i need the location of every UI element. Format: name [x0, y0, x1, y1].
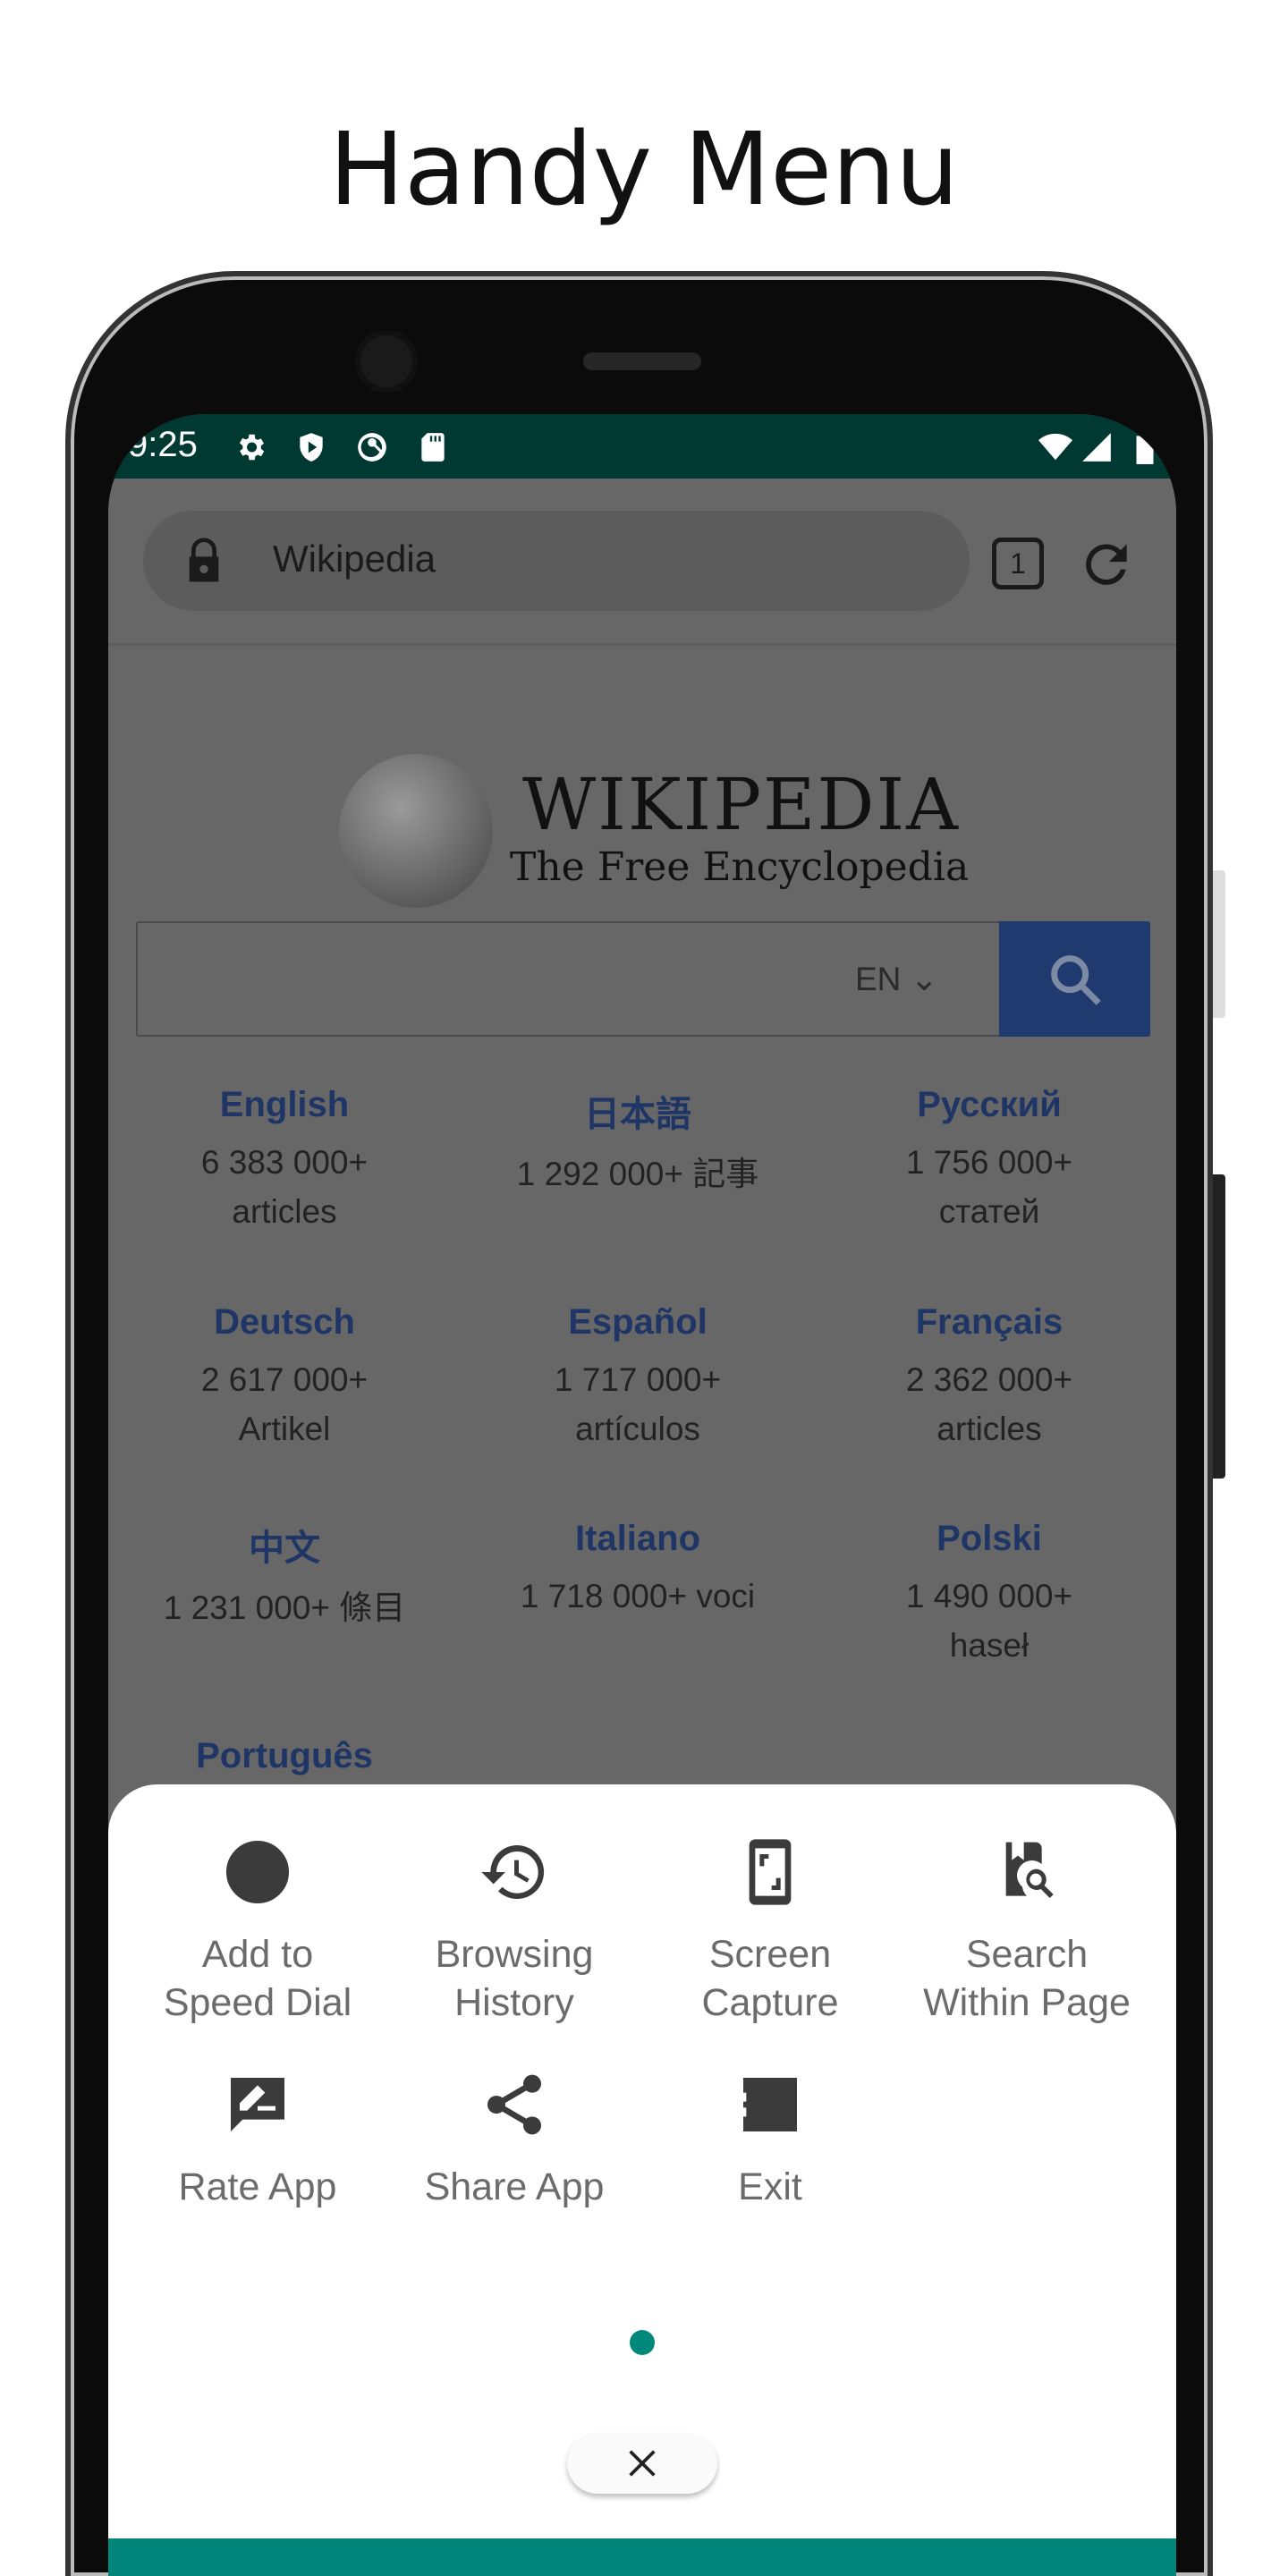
language-unit: articles — [232, 1193, 337, 1230]
wifi-icon — [1038, 433, 1072, 461]
language-unit: Artikel — [238, 1411, 331, 1447]
language-name: 中文 — [249, 1529, 320, 1568]
menu-item-search-within-page[interactable]: Search Within Page — [902, 1836, 1152, 2027]
language-link-japanese[interactable]: 日本語 1 292 000+ 記事 — [468, 1085, 808, 1199]
menu-item-browsing-history[interactable]: Browsing History — [389, 1836, 640, 2027]
menu-item-add-speed-dial[interactable]: Add to Speed Dial — [132, 1836, 383, 2027]
browser-toolbar: Wikipedia 1 — [108, 479, 1176, 646]
url-text: Wikipedia — [273, 538, 436, 580]
status-bar: 9:25 — [108, 414, 1176, 479]
url-bar[interactable]: Wikipedia — [143, 511, 970, 611]
language-name: Português — [196, 1736, 373, 1775]
language-unit: haseł — [949, 1627, 1030, 1664]
wikipedia-search-button[interactable] — [999, 921, 1150, 1037]
menu-item-share-app[interactable]: Share App — [389, 2069, 640, 2211]
phone-side-button — [1213, 870, 1225, 1018]
language-name: Español — [568, 1302, 708, 1342]
language-count: 1 756 000+ — [905, 1144, 1073, 1181]
language-link-chinese[interactable]: 中文 1 231 000+ 條目 — [114, 1519, 454, 1632]
signal-icon — [1082, 433, 1111, 462]
language-count: 6 383 000+ — [200, 1144, 369, 1181]
wikipedia-tagline: The Free Encyclopedia — [510, 844, 970, 890]
language-count: 2 362 000+ — [905, 1361, 1073, 1398]
language-count: 1 490 000+ — [905, 1578, 1073, 1614]
exit-icon — [743, 2078, 797, 2131]
close-icon — [629, 2450, 656, 2477]
language-name: 日本語 — [584, 1095, 691, 1134]
menu-item-label: Screen Capture — [701, 1933, 839, 2024]
language-count: 1 717 000+ — [554, 1361, 722, 1398]
language-link-german[interactable]: Deutsch 2 617 000+ Artikel — [114, 1302, 454, 1453]
language-name: English — [219, 1085, 350, 1124]
wikipedia-search-input[interactable] — [136, 921, 1150, 1037]
page-title: Handy Menu — [328, 112, 960, 228]
camera-icon — [355, 330, 418, 393]
language-link-english[interactable]: English 6 383 000+ articles — [114, 1085, 454, 1236]
language-unit: articles — [936, 1411, 1042, 1447]
language-count: 2 617 000+ — [200, 1361, 369, 1398]
language-name: Русский — [917, 1085, 1062, 1124]
language-link-french[interactable]: Français 2 362 000+ articles — [819, 1302, 1159, 1453]
battery-icon — [1136, 436, 1154, 464]
menu-item-screen-capture[interactable]: Screen Capture — [645, 1836, 895, 2027]
language-count: 1 231 000+ 條目 — [163, 1589, 406, 1626]
sd-card-icon — [421, 433, 445, 462]
language-link-russian[interactable]: Русский 1 756 000+ статей — [819, 1085, 1159, 1236]
speaker-grille — [583, 352, 701, 370]
menu-item-rate-app[interactable]: Rate App — [132, 2069, 383, 2211]
menu-item-label: Share App — [424, 2165, 605, 2208]
settings-icon — [239, 434, 265, 461]
menu-item-label: Browsing History — [435, 1933, 594, 2024]
language-link-polish[interactable]: Polski 1 490 000+ haseł — [819, 1519, 1159, 1670]
language-select-value: EN — [855, 961, 902, 997]
tabs-button[interactable]: 1 — [992, 538, 1044, 589]
language-count: 1 292 000+ 記事 — [516, 1156, 759, 1192]
page-indicator-dot[interactable] — [630, 2330, 655, 2355]
lock-icon — [189, 538, 219, 582]
wikipedia-wordmark: WIKIPEDIA — [522, 763, 960, 846]
language-unit: статей — [938, 1193, 1040, 1230]
find-in-page-icon — [1005, 1842, 1054, 1898]
language-link-portuguese[interactable]: Português — [114, 1736, 454, 1776]
close-menu-button[interactable] — [567, 2433, 717, 2494]
reload-icon[interactable] — [1076, 534, 1137, 595]
add-circle-icon — [226, 1841, 289, 1903]
menu-item-label: Add to Speed Dial — [163, 1933, 352, 2024]
chevron-down-icon: ⌄ — [910, 961, 938, 997]
wikipedia-logo — [339, 754, 493, 908]
menu-item-label: Rate App — [178, 2165, 337, 2208]
language-unit: artículos — [575, 1411, 700, 1447]
menu-item-label: Exit — [738, 2165, 802, 2208]
handy-menu-sheet: Add to Speed Dial Browsing History Scree… — [108, 1784, 1176, 2576]
screen-capture-icon — [749, 1839, 792, 1905]
phone-power-button — [1213, 1174, 1225, 1479]
phone-screen: 9:25 Wikipedia 1 WIKIPEDIA The Free Ency… — [108, 414, 1176, 2576]
language-name: Français — [915, 1302, 1063, 1342]
language-name: Italiano — [574, 1519, 701, 1558]
language-name: Deutsch — [214, 1302, 355, 1342]
status-time: 9:25 — [128, 425, 198, 464]
rate-review-icon — [231, 2078, 284, 2131]
bottom-accent-bar — [108, 2538, 1176, 2576]
shield-play-icon — [300, 433, 323, 462]
menu-item-label: Search Within Page — [923, 1933, 1131, 2024]
share-icon — [487, 2074, 541, 2135]
menu-item-exit[interactable]: Exit — [645, 2069, 895, 2211]
language-link-italian[interactable]: Italiano 1 718 000+ voci — [468, 1519, 808, 1621]
language-select[interactable]: EN ⌄ — [855, 960, 938, 998]
language-name: Polski — [936, 1519, 1042, 1558]
language-count: 1 718 000+ voci — [520, 1578, 756, 1614]
language-link-spanish[interactable]: Español 1 717 000+ artículos — [468, 1302, 808, 1453]
search-icon — [1051, 955, 1101, 1005]
history-icon — [481, 1845, 545, 1899]
at-sign-icon — [358, 433, 386, 462]
